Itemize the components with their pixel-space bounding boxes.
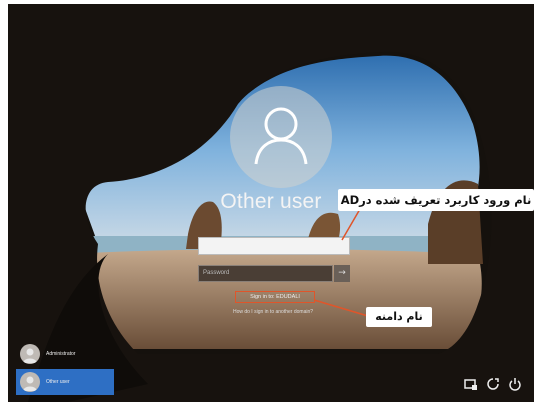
lock-screen: Other user Password → Sign in to: EDUDAL… — [8, 4, 534, 402]
power-icon[interactable] — [508, 377, 522, 391]
user-icon — [23, 376, 37, 391]
user-icon — [23, 348, 37, 363]
user-tile-other-user[interactable]: Other user — [16, 369, 114, 395]
avatar — [20, 344, 40, 364]
ad-callout-arrow — [341, 208, 361, 241]
avatar — [20, 372, 40, 392]
domain-name-callout: نام دامنه — [366, 307, 432, 327]
ad-username-callout: نام ورود کاربرد تعریف شده درAD — [338, 189, 534, 211]
figure-frame: Other user Password → Sign in to: EDUDAL… — [0, 0, 538, 407]
user-tile-administrator[interactable]: Administrator — [16, 341, 114, 367]
user-tile-label: Other user — [46, 379, 70, 385]
network-icon[interactable] — [464, 377, 478, 391]
accessibility-icon[interactable] — [486, 377, 500, 391]
domain-callout-arrow — [313, 299, 369, 317]
user-tile-label: Administrator — [46, 351, 76, 357]
